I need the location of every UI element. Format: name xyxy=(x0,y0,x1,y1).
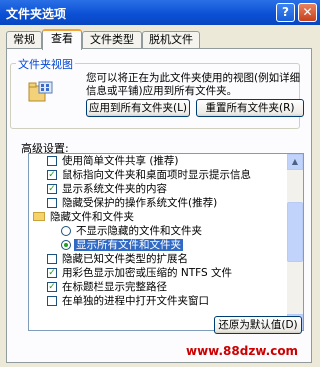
list-item[interactable]: 在单独的进程中打开文件夹窗口 xyxy=(47,295,209,308)
checkbox-simple-sharing[interactable] xyxy=(47,156,57,166)
list-item: 隐藏文件和文件夹 xyxy=(33,211,134,224)
list-item-label: 鼠标指向文件夹和桌面项时显示提示信息 xyxy=(62,169,251,181)
list-item[interactable]: ✓ 鼠标指向文件夹和桌面项时显示提示信息 xyxy=(47,169,251,182)
list-item[interactable]: 隐藏受保护的操作系统文件(推荐) xyxy=(47,197,217,210)
watermark: www.88dzw.com xyxy=(186,344,299,358)
vertical-scrollbar[interactable]: ▲ ▼ xyxy=(287,154,303,330)
list-item-label: 显示系统文件夹的内容 xyxy=(62,183,167,195)
list-item-label: 用彩色显示加密或压缩的 NTFS 文件 xyxy=(62,267,232,279)
list-item[interactable]: ✓ 显示系统文件夹的内容 xyxy=(47,183,167,196)
tab-view[interactable]: 查看 xyxy=(42,29,82,50)
restore-defaults-button[interactable]: 还原为默认值(D) xyxy=(214,316,302,334)
tab-file-types[interactable]: 文件类型 xyxy=(82,31,142,48)
list-item[interactable]: 显示所有文件和文件夹 xyxy=(61,239,183,252)
checkbox-hide-extensions[interactable] xyxy=(47,254,57,264)
window-title: 文件夹选项 xyxy=(6,7,67,21)
scroll-up-icon[interactable]: ▲ xyxy=(287,154,303,170)
list-item[interactable]: ✓ 在标题栏显示完整路径 xyxy=(47,281,167,294)
list-item-label: 不显示隐藏的文件和文件夹 xyxy=(76,225,202,237)
list-item-label: 隐藏文件和文件夹 xyxy=(50,211,134,223)
folder-view-icon xyxy=(28,81,53,102)
tab-offline-files[interactable]: 脱机文件 xyxy=(142,31,200,48)
apply-to-all-folders-button[interactable]: 应用到所有文件夹(L) xyxy=(86,99,190,117)
folder-view-description: 您可以将正在为此文件夹使用的视图(例如详细信息或平铺)应用到所有文件夹。 xyxy=(86,72,301,97)
advanced-settings-list[interactable]: 使用简单文件共享 (推荐) ✓ 鼠标指向文件夹和桌面项时显示提示信息 ✓ 显示系… xyxy=(28,153,304,331)
radio-show-all-files[interactable] xyxy=(61,240,71,250)
scroll-thumb[interactable] xyxy=(287,202,303,262)
checkbox-color-ntfs[interactable]: ✓ xyxy=(47,268,57,278)
list-item[interactable]: 使用简单文件共享 (推荐) xyxy=(47,155,179,168)
list-item-label: 在标题栏显示完整路径 xyxy=(62,281,167,293)
reset-all-folders-button[interactable]: 重置所有文件夹(R) xyxy=(196,99,304,117)
checkbox-system-folder-contents[interactable]: ✓ xyxy=(47,184,57,194)
tab-general[interactable]: 常规 xyxy=(6,31,42,48)
list-item[interactable]: 隐藏已知文件类型的扩展名 xyxy=(47,253,188,266)
list-item-label: 隐藏已知文件类型的扩展名 xyxy=(62,253,188,265)
folder-icon xyxy=(33,212,45,221)
title-bar[interactable]: 文件夹选项 ? ✕ xyxy=(0,0,320,25)
list-item[interactable]: ✓ 用彩色显示加密或压缩的 NTFS 文件 xyxy=(47,267,232,280)
checkbox-separate-process[interactable] xyxy=(47,296,57,306)
help-button[interactable]: ? xyxy=(276,3,295,22)
list-item-label: 使用简单文件共享 (推荐) xyxy=(62,155,179,167)
checkbox-show-tips[interactable]: ✓ xyxy=(47,170,57,180)
close-button[interactable]: ✕ xyxy=(298,3,317,22)
folder-view-legend: 文件夹视图 xyxy=(16,56,75,72)
radio-dont-show-hidden[interactable] xyxy=(61,226,71,236)
list-item-label: 显示所有文件和文件夹 xyxy=(74,239,183,251)
list-item-label: 隐藏受保护的操作系统文件(推荐) xyxy=(62,197,218,209)
checkbox-hide-protected-os-files[interactable] xyxy=(47,198,57,208)
checkbox-full-path-title[interactable]: ✓ xyxy=(47,282,57,292)
list-item-label: 在单独的进程中打开文件夹窗口 xyxy=(62,295,209,307)
list-item[interactable]: 不显示隐藏的文件和文件夹 xyxy=(61,225,202,238)
